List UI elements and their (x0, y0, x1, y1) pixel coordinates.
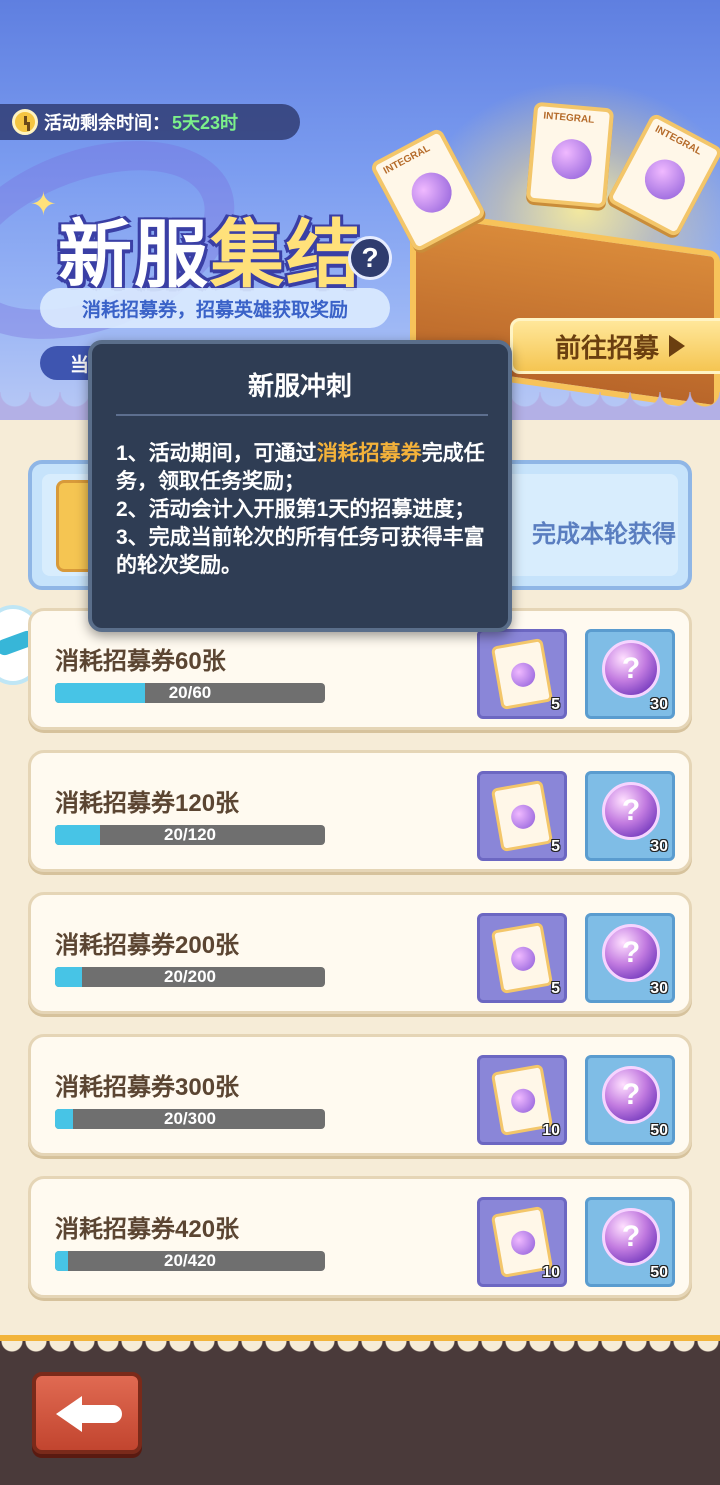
mystery-orb-icon: ? (602, 782, 660, 840)
task-name: 消耗招募券300张 (55, 1074, 240, 1101)
recruit-ticket-icon (490, 637, 554, 711)
reward-orb[interactable]: ? 30 (585, 913, 675, 1003)
timer-label: 活动剩余时间： (44, 113, 170, 133)
event-timer: 活动剩余时间： 5天23时 (0, 104, 300, 140)
mystery-orb-icon: ? (602, 924, 660, 982)
ticket-tag: INTEGRAL (542, 110, 595, 126)
task-name: 消耗招募券60张 (55, 648, 226, 675)
back-button[interactable] (32, 1372, 142, 1454)
help-icon[interactable]: ? (348, 236, 392, 280)
rules-tooltip[interactable]: 新服冲刺 1、活动期间，可通过消耗招募券完成任务，领取任务奖励； 2、活动会计入… (88, 340, 512, 632)
timer-value: 5天23时 (172, 113, 239, 133)
help-symbol: ? (361, 242, 379, 273)
ticket-art-icon: INTEGRAL (525, 101, 615, 209)
reward-qty: 50 (650, 1122, 668, 1139)
clock-icon (12, 109, 38, 135)
tooltip-title: 新服冲刺 (247, 371, 352, 401)
task-progress-bar: 20/300 (55, 1109, 325, 1129)
tooltip-body: 1、活动期间，可通过消耗招募券完成任务，领取任务奖励； 2、活动会计入开服第1天… (116, 440, 492, 580)
task-progress-bar: 20/60 (55, 683, 325, 703)
recruit-ticket-icon (490, 921, 554, 995)
event-title-part2: 集结 (210, 213, 362, 296)
recruit-ticket-icon (490, 779, 554, 853)
reward-qty: 30 (650, 980, 668, 997)
event-title: 新服集结 (58, 195, 362, 302)
task-progress-text: 20/420 (164, 1251, 216, 1270)
reward-qty: 10 (542, 1122, 560, 1139)
reward-orb[interactable]: ? 50 (585, 1197, 675, 1287)
ticket-tag: INTEGRAL (381, 143, 433, 177)
event-title-part1: 新服 (58, 213, 210, 296)
task-name: 消耗招募券120张 (55, 790, 240, 817)
reward-qty: 5 (551, 696, 560, 713)
task-progress-text: 20/120 (164, 825, 216, 844)
task-row: 消耗招募券300张 20/300 10 ? 50 (28, 1034, 692, 1156)
back-arrow-icon (56, 1396, 82, 1432)
play-arrow-icon (669, 335, 685, 357)
reward-ticket[interactable]: 10 (477, 1055, 567, 1145)
tooltip-highlight: 消耗招募券 (316, 442, 422, 465)
reward-qty: 10 (542, 1264, 560, 1281)
round-summary-note: 完成本轮获得 (532, 521, 676, 548)
task-progress-bar: 20/120 (55, 825, 325, 845)
task-name: 消耗招募券200张 (55, 932, 240, 959)
reward-qty: 5 (551, 838, 560, 855)
task-progress-text: 20/300 (164, 1109, 216, 1128)
task-progress-text: 20/200 (164, 967, 216, 986)
task-row: 消耗招募券200张 20/200 5 ? 30 (28, 892, 692, 1014)
task-progress-bar: 20/420 (55, 1251, 325, 1271)
reward-orb[interactable]: ? 50 (585, 1055, 675, 1145)
tooltip-line-3: 3、完成当前轮次的所有任务可获得丰富的轮次奖励。 (116, 526, 485, 577)
sparkle-icon: ✦ (30, 186, 57, 222)
task-row: 消耗招募券420张 20/420 10 ? 50 (28, 1176, 692, 1298)
task-name: 消耗招募券420张 (55, 1216, 240, 1243)
reward-orb[interactable]: ? 30 (585, 771, 675, 861)
reward-ticket[interactable]: 5 (477, 771, 567, 861)
reward-qty: 30 (650, 696, 668, 713)
mystery-orb-icon: ? (602, 1066, 660, 1124)
mystery-orb-icon: ? (602, 1208, 660, 1266)
mystery-orb-icon: ? (602, 640, 660, 698)
reward-qty: 50 (650, 1264, 668, 1281)
task-progress-bar: 20/200 (55, 967, 325, 987)
event-subtitle: 消耗招募券，招募英雄获取奖励 (40, 288, 390, 328)
reward-orb[interactable]: ? 30 (585, 629, 675, 719)
reward-ticket[interactable]: 10 (477, 1197, 567, 1287)
reward-qty: 5 (551, 980, 560, 997)
task-row: 消耗招募券120张 20/120 5 ? 30 (28, 750, 692, 872)
go-recruit-label: 前往招募 (554, 332, 659, 363)
task-progress-text: 20/60 (168, 683, 212, 702)
tooltip-line-1: 1、活动期间，可通过消耗招募券完成任务，领取任务奖励； (116, 442, 485, 493)
reward-qty: 30 (650, 838, 668, 855)
tooltip-divider (116, 414, 488, 416)
reward-ticket[interactable]: 5 (477, 629, 567, 719)
go-recruit-button[interactable]: 前往招募 (510, 318, 720, 374)
tooltip-line-2: 2、活动会计入开服第1天的招募进度； (116, 498, 476, 521)
reward-ticket[interactable]: 5 (477, 913, 567, 1003)
